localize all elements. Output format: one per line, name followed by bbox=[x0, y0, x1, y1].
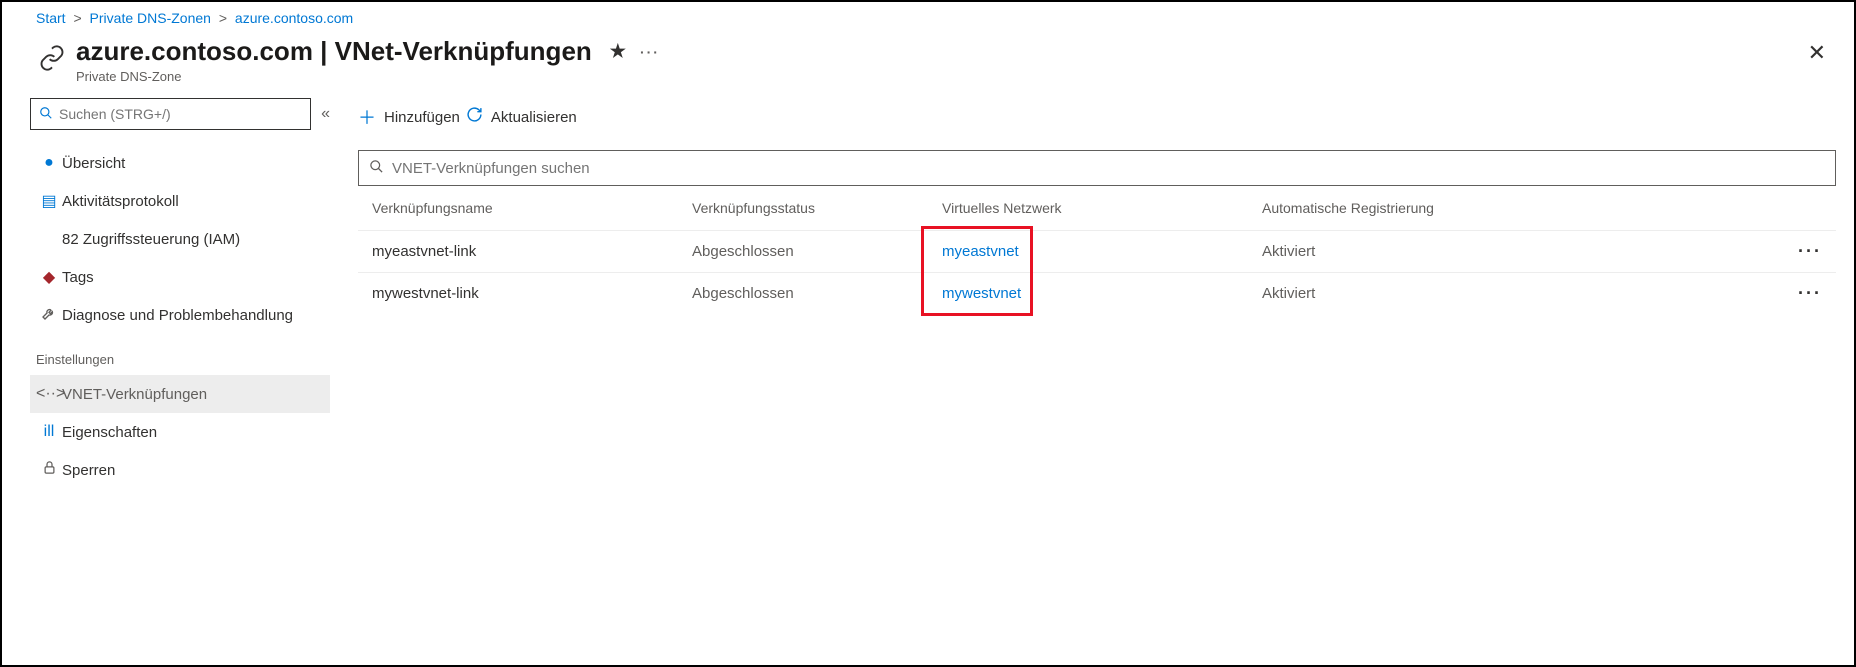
table-row[interactable]: myeastvnet-link Abgeschlossen myeastvnet… bbox=[358, 230, 1836, 272]
table-row[interactable]: mywestvnet-link Abgeschlossen mywestvnet… bbox=[358, 272, 1836, 314]
log-icon: ▤ bbox=[36, 191, 62, 211]
sidebar-item-label: VNET-Verknüpfungen bbox=[62, 386, 207, 403]
main-content: ＋ Hinzufügen Aktualisieren Verknüpfungsn… bbox=[342, 98, 1854, 489]
page-title: azure.contoso.com | VNet-Verknüpfungen bbox=[76, 36, 592, 67]
sidebar-item-diagnose[interactable]: Diagnose und Problembehandlung bbox=[30, 296, 330, 334]
refresh-label: Aktualisieren bbox=[491, 109, 577, 126]
lock-icon bbox=[36, 460, 62, 480]
sidebar-item-label: Diagnose und Problembehandlung bbox=[62, 307, 293, 324]
link-status: Abgeschlossen bbox=[692, 285, 942, 302]
link-icon bbox=[36, 42, 68, 74]
globe-icon: ● bbox=[36, 154, 62, 172]
page-header: azure.contoso.com | VNet-Verknüpfungen ★… bbox=[2, 32, 1854, 98]
search-icon bbox=[39, 106, 53, 123]
breadcrumb-domain[interactable]: azure.contoso.com bbox=[235, 10, 353, 26]
sidebar-item-label: 82 Zugriffssteuerung (IAM) bbox=[62, 231, 240, 248]
add-button[interactable]: ＋ Hinzufügen bbox=[358, 104, 460, 130]
search-icon bbox=[369, 159, 384, 177]
sidebar-search[interactable] bbox=[30, 98, 311, 130]
link-status: Abgeschlossen bbox=[692, 243, 942, 260]
tag-icon: ◆ bbox=[36, 267, 62, 287]
vnet-link[interactable]: myeastvnet bbox=[942, 243, 1019, 260]
sidebar-item-label: Eigenschaften bbox=[62, 424, 157, 441]
breadcrumb-zones[interactable]: Private DNS-Zonen bbox=[90, 10, 211, 26]
row-more-button[interactable]: ··· bbox=[1798, 241, 1822, 262]
sidebar-item-tags[interactable]: ◆ Tags bbox=[30, 258, 330, 296]
refresh-icon bbox=[466, 106, 483, 128]
breadcrumb-start[interactable]: Start bbox=[36, 10, 66, 26]
sidebar-item-overview[interactable]: ● Übersicht bbox=[30, 144, 330, 182]
more-icon[interactable]: ··· bbox=[640, 44, 660, 60]
sidebar-item-label: Tags bbox=[62, 269, 94, 286]
wrench-icon bbox=[36, 305, 62, 326]
filter-box[interactable] bbox=[358, 150, 1836, 186]
sidebar: « ● Übersicht ▤ Aktivitätsprotokoll 82 Z… bbox=[2, 98, 342, 489]
col-header-vnet[interactable]: Virtuelles Netzwerk bbox=[942, 200, 1262, 216]
auto-reg: Aktiviert bbox=[1262, 285, 1798, 302]
sidebar-item-vnet-links[interactable]: <··> VNET-Verknüpfungen bbox=[30, 375, 330, 413]
collapse-sidebar-button[interactable]: « bbox=[321, 105, 330, 123]
command-bar: ＋ Hinzufügen Aktualisieren bbox=[358, 98, 1836, 136]
vnet-icon: <··> bbox=[36, 385, 62, 403]
sidebar-item-locks[interactable]: Sperren bbox=[30, 451, 330, 489]
properties-icon: ill bbox=[36, 423, 62, 441]
sidebar-item-properties[interactable]: ill Eigenschaften bbox=[30, 413, 330, 451]
resource-type-label: Private DNS-Zone bbox=[76, 69, 660, 84]
table-header: Verknüpfungsname Verknüpfungsstatus Virt… bbox=[358, 186, 1836, 230]
breadcrumb: Start > Private DNS-Zonen > azure.contos… bbox=[2, 2, 1854, 32]
filter-input[interactable] bbox=[392, 160, 1825, 177]
sidebar-item-label: Aktivitätsprotokoll bbox=[62, 193, 179, 210]
row-more-button[interactable]: ··· bbox=[1798, 283, 1822, 304]
close-button[interactable]: ✕ bbox=[1800, 36, 1834, 70]
col-header-name[interactable]: Verknüpfungsname bbox=[372, 200, 692, 216]
auto-reg: Aktiviert bbox=[1262, 243, 1798, 260]
sidebar-search-input[interactable] bbox=[59, 106, 302, 122]
vnet-link[interactable]: mywestvnet bbox=[942, 285, 1021, 302]
col-header-status[interactable]: Verknüpfungsstatus bbox=[692, 200, 942, 216]
breadcrumb-sep: > bbox=[219, 10, 227, 26]
sidebar-item-iam[interactable]: 82 Zugriffssteuerung (IAM) bbox=[30, 220, 330, 258]
link-name: myeastvnet-link bbox=[372, 243, 692, 260]
favorite-icon[interactable]: ★ bbox=[610, 41, 626, 62]
plus-icon: ＋ bbox=[358, 104, 376, 130]
link-name: mywestvnet-link bbox=[372, 285, 692, 302]
sidebar-section-settings: Einstellungen bbox=[30, 334, 330, 375]
sidebar-item-label: Sperren bbox=[62, 462, 115, 479]
col-header-auto[interactable]: Automatische Registrierung bbox=[1262, 200, 1792, 216]
add-label: Hinzufügen bbox=[384, 109, 460, 126]
sidebar-item-label: Übersicht bbox=[62, 155, 125, 172]
sidebar-item-activity-log[interactable]: ▤ Aktivitätsprotokoll bbox=[30, 182, 330, 220]
breadcrumb-sep: > bbox=[73, 10, 81, 26]
refresh-button[interactable]: Aktualisieren bbox=[466, 106, 577, 128]
